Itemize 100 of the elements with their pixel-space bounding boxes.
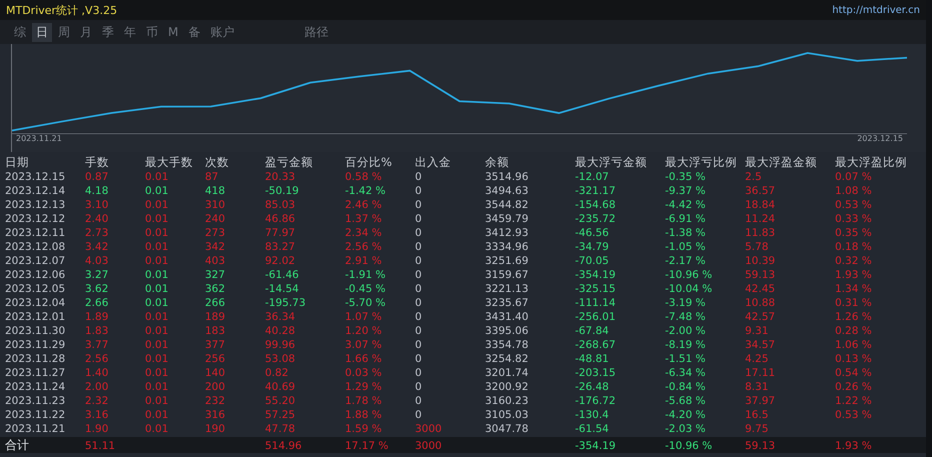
table-cell-text: 0 [415,297,423,309]
table-cell-text: 3.07 % [345,339,383,351]
column-header: 次数 [205,154,230,170]
table-cell-text: 140 [205,367,226,379]
table-cell-text: 16.5 [745,409,770,421]
table-cell-text: 3334.96 [485,241,530,253]
table-cell-text: 0.01 [145,213,170,225]
tab[interactable]: 币 [142,22,162,42]
column-header: 百分比% [345,154,393,170]
table-cell-text: 3251.69 [485,255,530,267]
table-cell-text: 0 [415,199,423,211]
table-cell-text: 0 [415,185,423,197]
table-cell-text: 2.66 [85,297,110,309]
table-cell-text: 8.31 [745,381,770,393]
table-cell-text: 2023.11.24 [5,381,66,393]
column-header: 最大手数 [145,154,194,170]
tab[interactable]: M [164,24,182,40]
table-cell-text: 18.84 [745,199,776,211]
table-cell-text: 0.01 [145,367,170,379]
table-cell-text: 57.25 [265,409,296,421]
table-cell-text: 合计 [5,437,30,454]
table-cell-text: 3354.78 [485,339,530,351]
table-cell-text: -26.48 [575,381,610,393]
tab[interactable]: 账户 [206,22,238,42]
table-cell-text: -5.68 % [665,395,706,407]
table-cell-text: 17.11 [745,367,776,379]
tab[interactable]: 综 [10,22,30,42]
table-cell-text: 3494.63 [485,185,530,197]
table-cell-text: 2023.12.05 [5,283,66,295]
table-cell-text: 1.40 [85,367,110,379]
table-cell-text: 0 [415,325,423,337]
table-cell-text: 10.39 [745,255,776,267]
table-cell-text: 4.03 [85,255,110,267]
table-cell-text: 37.97 [745,395,776,407]
table-cell-text: 2023.12.08 [5,241,66,253]
table-cell-text: 1.37 % [345,213,383,225]
table-cell-text: -9.37 % [665,185,706,197]
table-cell-text: -10.04 % [665,283,714,295]
table-cell-text: 0 [415,395,423,407]
table-cell-text: -6.34 % [665,367,706,379]
table-cell-text: 0.01 [145,171,170,183]
table-cell-text: 1.20 % [345,325,383,337]
table-cell-text: -2.17 % [665,255,706,267]
table-cell-text: 1.89 [85,311,110,323]
table-cell-text: 1.07 % [345,311,383,323]
table-cell-text: 0.33 % [835,213,873,225]
tab[interactable]: 日 [32,22,52,42]
table-cell-text: 3047.78 [485,423,530,435]
table-cell-text: -10.96 % [665,440,714,452]
table-cell-text: 0.87 [85,171,110,183]
table-cell-text: -67.84 [575,325,610,337]
tab[interactable]: 年 [120,22,140,42]
table-cell-text: 0.01 [145,311,170,323]
table-cell-text: 310 [205,199,226,211]
table-cell-text: 3.10 [85,199,110,211]
tab[interactable]: 月 [76,22,96,42]
table-cell-text: 3.16 [85,409,110,421]
column-header: 最大浮亏金额 [575,154,648,170]
table-cell-text: 2.46 % [345,199,383,211]
table-cell-text: 0.01 [145,381,170,393]
table-cell-text: 4.18 [85,185,110,197]
table-cell-text: 1.08 % [835,185,873,197]
tab[interactable]: 周 [54,22,74,42]
column-header: 余额 [485,154,510,170]
table-cell-text: 3.62 [85,283,110,295]
table-cell-text: 0.01 [145,227,170,239]
table-cell-text: -268.67 [575,339,617,351]
table-cell-text: 2.56 [85,353,110,365]
table-cell-text: 189 [205,311,226,323]
table-cell-text: 2.34 % [345,227,383,239]
table-cell-text: 2.00 [85,381,110,393]
table-cell-text: 1.34 % [835,283,873,295]
table-cell-text: -195.73 [265,297,307,309]
column-header: 盈亏金额 [265,154,314,170]
tab[interactable]: 季 [98,22,118,42]
table-cell-text: -6.91 % [665,213,706,225]
table-cell-text: 403 [205,255,226,267]
table-cell-text: 0 [415,409,423,421]
table-cell-text: 0 [415,311,423,323]
table-cell-text: 0.54 % [835,367,873,379]
table-cell-text: 0.01 [145,353,170,365]
table-cell-text: -354.19 [575,269,617,281]
column-header: 最大浮盈比例 [835,154,908,170]
table-cell-text: 9.75 [745,423,770,435]
table-cell-text: 0.01 [145,395,170,407]
table-cell-text: 0.01 [145,423,170,435]
table-cell-text: 10.88 [745,297,776,309]
website-link[interactable]: http://mtdriver.cn [832,4,920,16]
table-cell-text: 0.01 [145,255,170,267]
table-cell-text: 0 [415,269,423,281]
table-cell-text: 3160.23 [485,395,530,407]
table-cell-text: 0.53 % [835,409,873,421]
table-cell-text: 514.96 [265,440,303,452]
table-cell-text: 53.08 [265,353,296,365]
tab[interactable]: 路径 [300,22,332,42]
table-cell-text: 2023.12.01 [5,311,66,323]
tab[interactable]: 备 [184,22,204,42]
table-cell-text: 316 [205,409,226,421]
table-cell-text: 0.18 % [835,241,873,253]
table-cell-text: 0.01 [145,325,170,337]
